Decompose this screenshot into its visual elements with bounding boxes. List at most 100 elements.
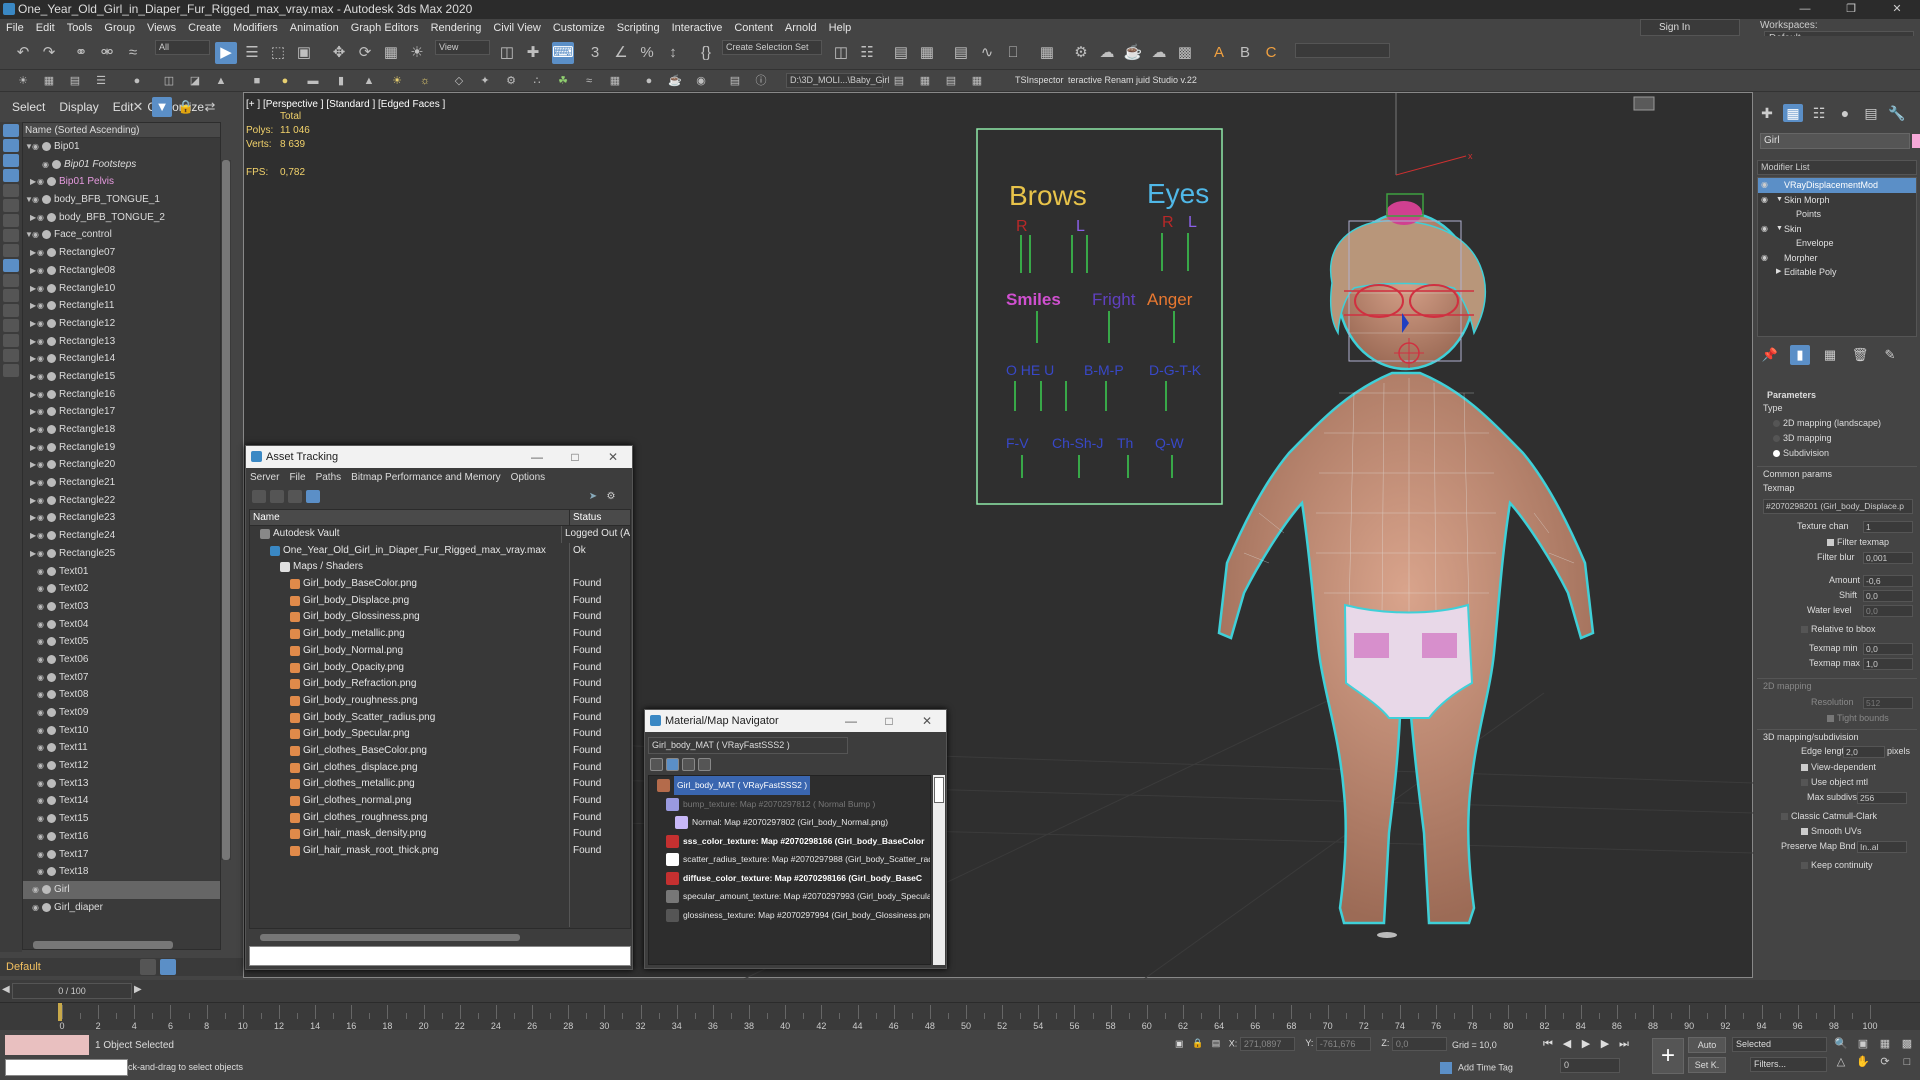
light-icon[interactable]: ☀ (388, 72, 406, 90)
visibility-eye-icon[interactable]: ◉ (37, 584, 47, 593)
current-frame-field[interactable]: 0 (1560, 1058, 1620, 1073)
maximize-viewport-icon[interactable]: □ (1898, 1054, 1916, 1070)
modifier-toggle-eye-icon[interactable]: ◉ (1761, 253, 1771, 262)
arnold-c-icon[interactable]: C (1260, 42, 1282, 64)
scene-row[interactable]: ▶ ◉ Bip01 Pelvis (23, 173, 220, 191)
table-view-icon[interactable] (270, 490, 284, 503)
asset-menu-server[interactable]: Server (250, 472, 279, 483)
undo-icon[interactable]: ↶ (12, 42, 34, 64)
viewport-label[interactable]: [+ ] [Perspective ] [Standard ] [Edged F… (246, 99, 445, 110)
modifier-list-dropdown[interactable]: Modifier List (1757, 160, 1917, 175)
view-list-icon[interactable] (650, 758, 663, 771)
primitive-cylinder-icon[interactable]: ▮ (332, 72, 350, 90)
asset-row[interactable]: Girl_body_Glossiness.png Found (250, 609, 630, 627)
resolution-spinner[interactable]: 512 (1863, 697, 1913, 709)
tool-d-icon[interactable]: ☰ (92, 72, 110, 90)
expand-toggle-icon[interactable]: ▶ (30, 456, 36, 474)
primitive-box-icon[interactable]: ■ (248, 72, 266, 90)
absolute-mode-icon[interactable]: ▤ (1212, 1038, 1221, 1048)
mirror-icon[interactable]: ◫ (830, 42, 852, 64)
zoom-extents-all-icon[interactable]: ▩ (1898, 1036, 1916, 1052)
clear-search-icon[interactable]: ✕ (128, 97, 148, 117)
edit-named-selection-icon[interactable]: {} (695, 42, 717, 64)
visibility-eye-icon[interactable]: ◉ (37, 726, 47, 735)
scene-filter-icon[interactable] (3, 274, 19, 287)
visibility-eye-icon[interactable]: ◉ (32, 230, 42, 239)
scene-row[interactable]: ◉ Text04 (23, 616, 220, 634)
selection-filter-dropdown[interactable]: All (155, 40, 210, 55)
visibility-eye-icon[interactable]: ◉ (37, 266, 47, 275)
filter-icon[interactable]: ▼ (152, 97, 172, 117)
scene-row[interactable]: ◉ Text05 (23, 633, 220, 651)
curve-editor-icon[interactable]: ∿ (976, 42, 998, 64)
visibility-eye-icon[interactable]: ◉ (37, 637, 47, 646)
sign-in-dropdown[interactable]: Sign In (1640, 19, 1740, 36)
proxy-icon[interactable]: ▦ (606, 72, 624, 90)
time-slider[interactable]: ◀ ▶ (0, 980, 1920, 1002)
current-frame-marker[interactable] (58, 1003, 62, 1021)
expand-toggle-icon[interactable]: ▶ (30, 527, 36, 545)
scene-tab-display[interactable]: Display (59, 100, 98, 114)
particle-icon[interactable]: ∴ (528, 72, 546, 90)
expand-toggle-icon[interactable]: ▶ (30, 262, 36, 280)
visibility-eye-icon[interactable]: ◉ (37, 708, 47, 717)
modify-tab-icon[interactable]: ▦ (1783, 104, 1803, 122)
project-path-dropdown[interactable]: D:\3D_MOLI...\Baby_Girl (786, 73, 890, 88)
pin-stack-icon[interactable]: 📌 (1760, 345, 1780, 365)
scene-row[interactable]: ◉ Girl (23, 880, 220, 899)
tool-a-icon[interactable]: ☀ (14, 72, 32, 90)
visibility-eye-icon[interactable]: ◉ (37, 655, 47, 664)
sun-icon[interactable]: ☼ (416, 72, 434, 90)
asset-menu-paths[interactable]: Paths (316, 472, 342, 483)
scene-row[interactable]: ▶ ◉ Rectangle12 (23, 315, 220, 333)
asset-menu-bitmap-performance-and-memory[interactable]: Bitmap Performance and Memory (351, 472, 501, 483)
visibility-eye-icon[interactable]: ◉ (32, 885, 42, 894)
visibility-eye-icon[interactable]: ◉ (32, 142, 42, 151)
visibility-eye-icon[interactable]: ◉ (37, 867, 47, 876)
schematic-view-icon[interactable]: ⎕ (1002, 42, 1024, 64)
asset-row[interactable]: Girl_clothes_normal.png Found (250, 793, 630, 810)
minimize-icon[interactable]: — (832, 710, 870, 732)
select-manipulate-icon[interactable]: ✚ (522, 42, 544, 64)
zoom-extents-icon[interactable]: ▦ (1876, 1036, 1894, 1052)
water-level-spinner[interactable]: 0,0 (1863, 605, 1913, 617)
pan-icon[interactable]: ✋ (1854, 1054, 1872, 1070)
scene-row[interactable]: ◉ Text06 (23, 651, 220, 669)
expand-toggle-icon[interactable]: ▶ (30, 244, 36, 262)
transform-gizmo[interactable]: x z (1394, 93, 1473, 176)
renamer-button[interactable]: teractive Renam juid Studio v.22 (1068, 75, 1197, 85)
asset-row[interactable]: One_Year_Old_Girl_in_Diaper_Fur_Rigged_m… (250, 542, 630, 560)
visibility-eye-icon[interactable]: ◉ (37, 390, 47, 399)
visibility-eye-icon[interactable]: ◉ (37, 567, 47, 576)
rotate-icon[interactable]: ⟳ (354, 42, 376, 64)
key-selection-dropdown[interactable]: Selected (1732, 1037, 1827, 1052)
visibility-eye-icon[interactable]: ◉ (37, 620, 47, 629)
y-coord-field[interactable]: -761,676 (1315, 1037, 1371, 1051)
tsinspector-button[interactable]: TSInspector (1015, 75, 1064, 85)
asset-row[interactable] (250, 893, 630, 910)
show-end-result-icon[interactable]: ▮ (1790, 345, 1810, 365)
scene-row[interactable]: ▶ ◉ Rectangle20 (23, 456, 220, 474)
helper-icon[interactable]: ◇ (450, 72, 468, 90)
visibility-eye-icon[interactable]: ◉ (37, 443, 47, 452)
scene-row[interactable]: ◉ Text02 (23, 580, 220, 598)
scene-filter-icon[interactable] (3, 259, 19, 272)
scene-tab-select[interactable]: Select (12, 100, 45, 114)
visibility-eye-icon[interactable]: ◉ (37, 779, 47, 788)
menu-customize[interactable]: Customize (547, 22, 611, 34)
scale-icon[interactable]: ▦ (380, 42, 402, 64)
material-editor-icon[interactable]: ▦ (1036, 42, 1058, 64)
scene-filter-icon[interactable] (3, 199, 19, 212)
visibility-eye-icon[interactable]: ◉ (37, 832, 47, 841)
go-to-start-icon[interactable]: ⏮ (1540, 1036, 1556, 1052)
tree-view-icon[interactable] (306, 490, 320, 503)
select-object-icon[interactable]: ▶ (215, 42, 237, 64)
modifier-stack-item[interactable]: ◉ VRayDisplacementMod (1758, 178, 1916, 193)
scene-row[interactable]: ◉ Text08 (23, 686, 220, 704)
orbit-icon[interactable]: ⟳ (1876, 1054, 1894, 1070)
scene-row[interactable]: ▶ ◉ Rectangle14 (23, 350, 220, 368)
expand-toggle-icon[interactable]: ▶ (30, 439, 36, 457)
arnold-a-icon[interactable]: A (1208, 42, 1230, 64)
navigator-row[interactable]: scatter_radius_texture: Map #2070297988 … (649, 850, 930, 869)
scene-row[interactable]: ▶ ◉ Rectangle25 (23, 545, 220, 563)
